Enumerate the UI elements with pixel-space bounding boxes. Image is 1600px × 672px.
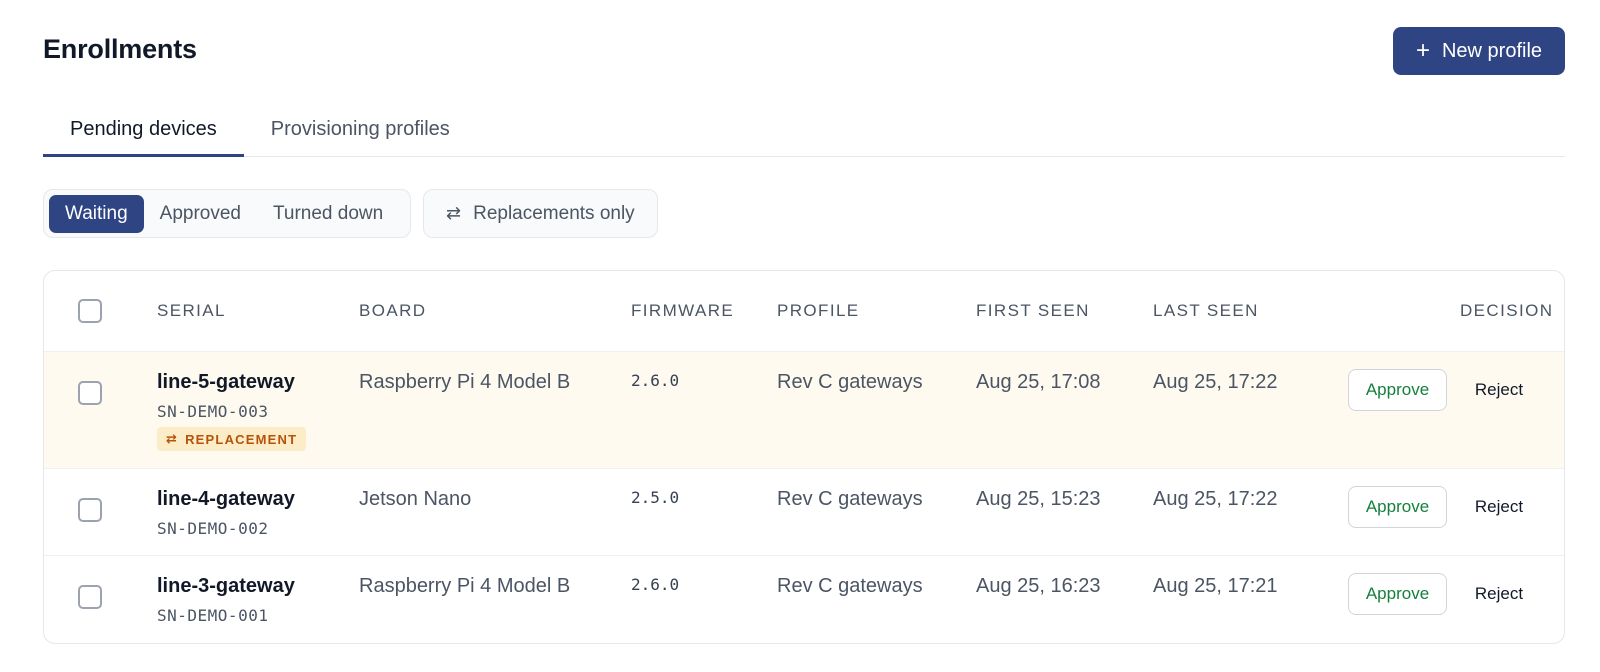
row-checkbox[interactable] [78, 585, 102, 609]
tab-bar: Pending devices Provisioning profiles [43, 110, 1565, 157]
device-name[interactable]: line-4-gateway [157, 488, 295, 511]
first-seen-cell: Aug 25, 17:08 [976, 371, 1101, 393]
device-serial: SN-DEMO-002 [157, 519, 269, 538]
approve-button[interactable]: Approve [1348, 573, 1447, 615]
col-profile[interactable]: PROFILE [777, 301, 860, 321]
filter-turned-down[interactable]: Turned down [257, 195, 399, 233]
tab-provisioning-profiles[interactable]: Provisioning profiles [244, 110, 477, 157]
reject-button[interactable]: Reject [1464, 486, 1534, 528]
row-checkbox[interactable] [78, 381, 102, 405]
reject-button[interactable]: Reject [1464, 369, 1534, 411]
col-first-seen[interactable]: FIRST SEEN [976, 301, 1090, 321]
firmware-cell: 2.6.0 [631, 371, 680, 390]
page-title: Enrollments [43, 34, 197, 64]
table-row: line-5-gateway SN-DEMO-003 ⇄ REPLACEMENT… [44, 352, 1564, 469]
last-seen-cell: Aug 25, 17:22 [1153, 371, 1278, 393]
col-decision: DECISION [1460, 301, 1554, 320]
profile-cell: Rev C gateways [777, 488, 923, 510]
reject-button[interactable]: Reject [1464, 573, 1534, 615]
badge-label: REPLACEMENT [185, 431, 298, 447]
last-seen-cell: Aug 25, 17:21 [1153, 575, 1278, 597]
profile-cell: Rev C gateways [777, 575, 923, 597]
last-seen-cell: Aug 25, 17:22 [1153, 488, 1278, 510]
col-board[interactable]: BOARD [359, 301, 426, 321]
replacements-only-label: Replacements only [473, 202, 635, 224]
col-last-seen[interactable]: LAST SEEN [1153, 301, 1259, 321]
first-seen-cell: Aug 25, 16:23 [976, 575, 1101, 597]
new-profile-label: New profile [1441, 39, 1543, 62]
tab-pending-devices[interactable]: Pending devices [43, 110, 244, 157]
board-cell: Jetson Nano [359, 488, 472, 510]
first-seen-cell: Aug 25, 15:23 [976, 488, 1101, 510]
board-cell: Raspberry Pi 4 Model B [359, 575, 571, 597]
approve-button[interactable]: Approve [1348, 369, 1447, 411]
col-serial[interactable]: SERIAL [157, 301, 226, 321]
device-serial: SN-DEMO-003 [157, 402, 269, 421]
row-checkbox[interactable] [78, 498, 102, 522]
swap-arrows-icon: ⇄ [446, 203, 462, 223]
col-firmware[interactable]: FIRMWARE [631, 301, 734, 321]
device-serial: SN-DEMO-001 [157, 606, 269, 625]
replacement-badge: ⇄ REPLACEMENT [157, 427, 307, 451]
swap-arrows-icon: ⇄ [166, 431, 179, 446]
filter-approved[interactable]: Approved [144, 195, 257, 233]
pending-devices-table: SERIAL BOARD FIRMWARE PROFILE FIRST SEEN… [43, 270, 1565, 644]
device-name[interactable]: line-3-gateway [157, 575, 295, 598]
table-row: line-3-gateway SN-DEMO-001 Raspberry Pi … [44, 556, 1564, 643]
board-cell: Raspberry Pi 4 Model B [359, 371, 571, 393]
firmware-cell: 2.6.0 [631, 575, 680, 594]
table-row: line-4-gateway SN-DEMO-002 Jetson Nano 2… [44, 469, 1564, 556]
firmware-cell: 2.5.0 [631, 488, 680, 507]
status-filter: Waiting Approved Turned down [43, 189, 411, 238]
replacements-only-toggle[interactable]: ⇄ Replacements only [423, 189, 658, 238]
device-name[interactable]: line-5-gateway [157, 371, 295, 394]
profile-cell: Rev C gateways [777, 371, 923, 393]
select-all-checkbox[interactable] [78, 299, 102, 323]
new-profile-button[interactable]: + New profile [1393, 27, 1565, 75]
table-header: SERIAL BOARD FIRMWARE PROFILE FIRST SEEN… [44, 271, 1564, 352]
approve-button[interactable]: Approve [1348, 486, 1447, 528]
plus-icon: + [1415, 37, 1430, 64]
filter-waiting[interactable]: Waiting [49, 194, 144, 233]
